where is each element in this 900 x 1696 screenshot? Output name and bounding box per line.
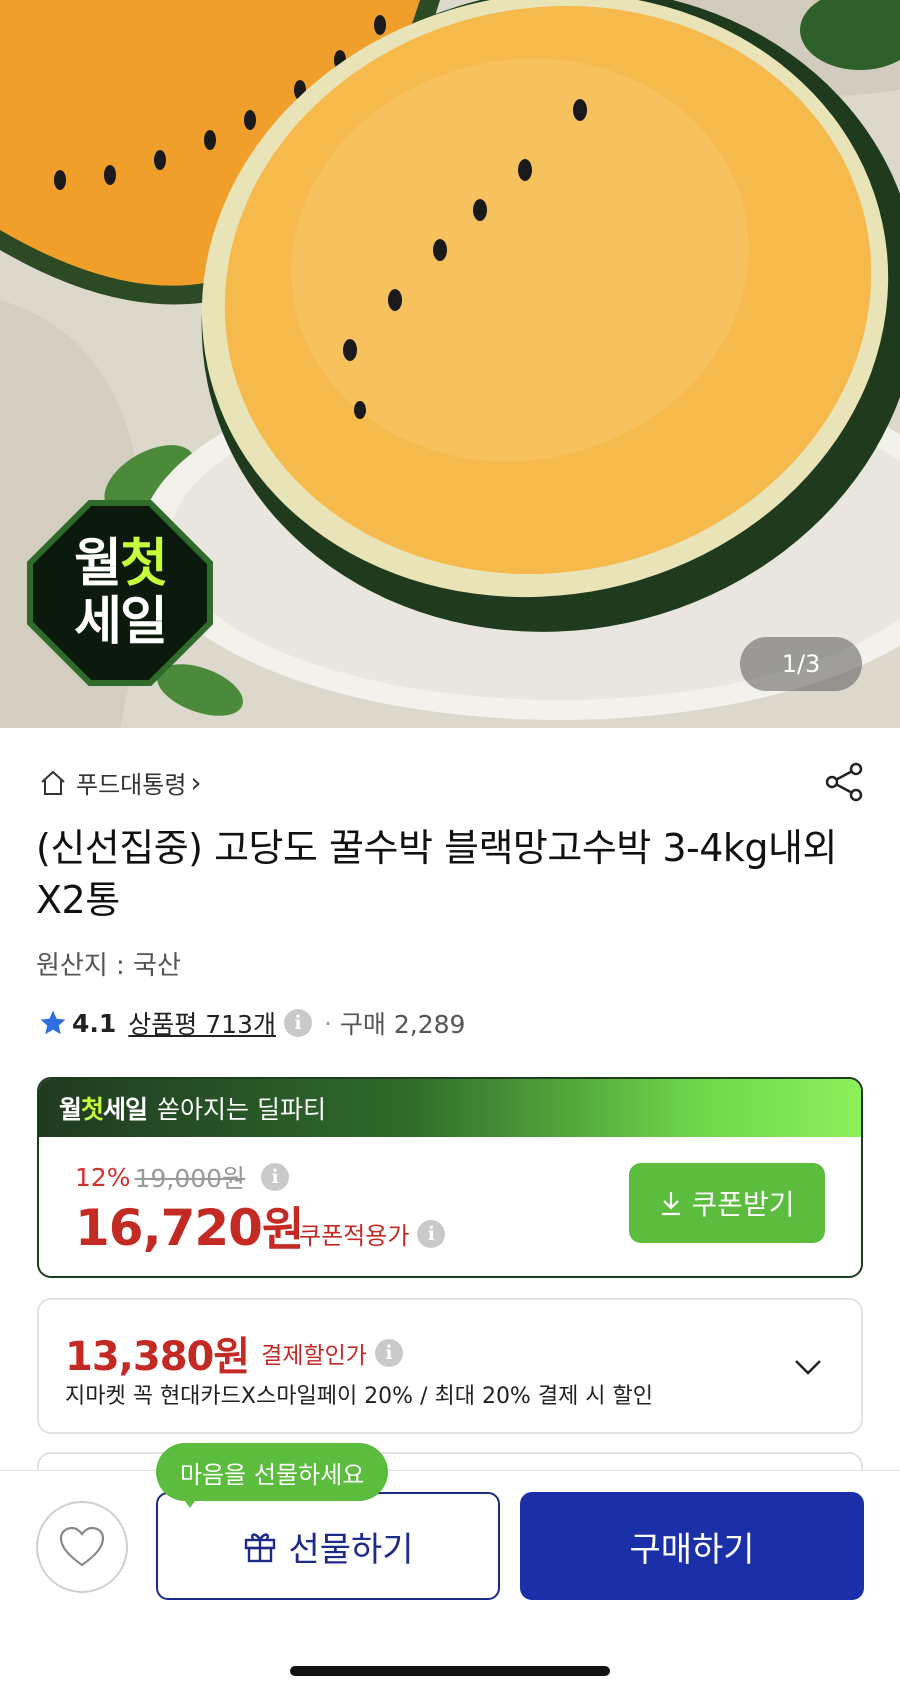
home-icon — [41, 770, 65, 795]
seller-name: 푸드대통령 — [76, 771, 187, 799]
payment-discount-price: 13,380원 — [65, 1334, 250, 1380]
sale-brand: 월첫세일 — [59, 1090, 148, 1126]
payment-discount-description: 지마켓 꼭 현대카드X스마일페이 20% / 최대 20% 결제 시 할인 — [65, 1384, 654, 1409]
info-icon[interactable]: i — [261, 1163, 290, 1191]
sale-brand-b: 첫 — [81, 1095, 104, 1124]
buy-button-label: 구매하기 — [629, 1530, 755, 1569]
product-title: (신선집중) 고당도 꿀수박 블랙망고수박 3-4kg내외X2통 — [36, 826, 837, 922]
discount-percent: 12% — [75, 1162, 131, 1192]
gift-button-label: 선물하기 — [288, 1530, 414, 1569]
product-origin: 원산지 : 국산 — [36, 951, 181, 981]
sale-header: 월첫세일 쏟아지는 딜파티 — [39, 1079, 861, 1137]
get-coupon-label: 쿠폰받기 — [691, 1189, 795, 1220]
coupon-price-label: 쿠폰적용가 — [299, 1222, 410, 1250]
badge-text-b: 첫 — [120, 534, 168, 594]
rating-score: 4.1 — [72, 1008, 117, 1038]
sale-brand-a: 월 — [59, 1095, 82, 1124]
share-icon[interactable] — [822, 760, 866, 804]
get-coupon-button[interactable]: 쿠폰받기 — [629, 1163, 825, 1243]
info-icon[interactable]: i — [283, 1009, 312, 1037]
bottom-action-bar: 선물하기 구매하기 — [0, 1470, 900, 1696]
payment-discount-box[interactable]: 13,380원 결제할인가 i 지마켓 꼭 현대카드X스마일페이 20% / 최… — [37, 1298, 863, 1434]
sale-brand-c: 세일 — [103, 1095, 148, 1124]
gift-button[interactable]: 선물하기 — [156, 1492, 500, 1600]
badge-text-a: 월 — [74, 534, 122, 594]
chevron-down-icon[interactable] — [791, 1350, 825, 1384]
chevron-right-icon: › — [190, 766, 202, 799]
original-price: 19,000원 — [134, 1164, 246, 1193]
seller-breadcrumb[interactable]: 푸드대통령 › — [38, 765, 202, 800]
gift-tooltip-tail — [180, 1494, 200, 1508]
sale-headline: 쏟아지는 딜파티 — [157, 1095, 326, 1124]
coupon-price: 16,720원 — [75, 1193, 304, 1259]
separator-dot: · — [323, 1008, 332, 1038]
image-counter: 1/3 — [740, 637, 862, 691]
payment-discount-label: 결제할인가 — [261, 1343, 367, 1369]
rating-row: 4.1 상품평 713개 i · 구매 2,289 — [38, 1005, 465, 1041]
purchase-count: 구매 2,289 — [339, 1010, 466, 1039]
wishlist-button[interactable] — [36, 1501, 128, 1593]
coupon-price-unit: 원 — [261, 1202, 304, 1256]
download-icon — [662, 1192, 681, 1216]
info-icon[interactable]: i — [374, 1339, 403, 1367]
home-indicator — [290, 1666, 610, 1676]
monthly-sale-box: 월첫세일 쏟아지는 딜파티 12% 19,000원 i 16,720원 쿠폰적용… — [37, 1077, 863, 1278]
info-icon[interactable]: i — [417, 1219, 446, 1248]
sale-badge: 월첫 세일 — [30, 503, 210, 683]
product-image[interactable]: 월첫 세일 1/3 — [0, 0, 900, 728]
review-count-link[interactable]: 상품평 713개 — [128, 1005, 276, 1041]
coupon-price-number: 16,720 — [75, 1199, 263, 1257]
badge-text-c: 세일 — [74, 592, 168, 652]
gift-tooltip: 마음을 선물하세요 — [156, 1443, 389, 1501]
gift-icon — [245, 1533, 276, 1563]
star-icon — [40, 1010, 66, 1035]
heart-icon — [59, 1526, 105, 1567]
buy-button[interactable]: 구매하기 — [520, 1492, 864, 1600]
